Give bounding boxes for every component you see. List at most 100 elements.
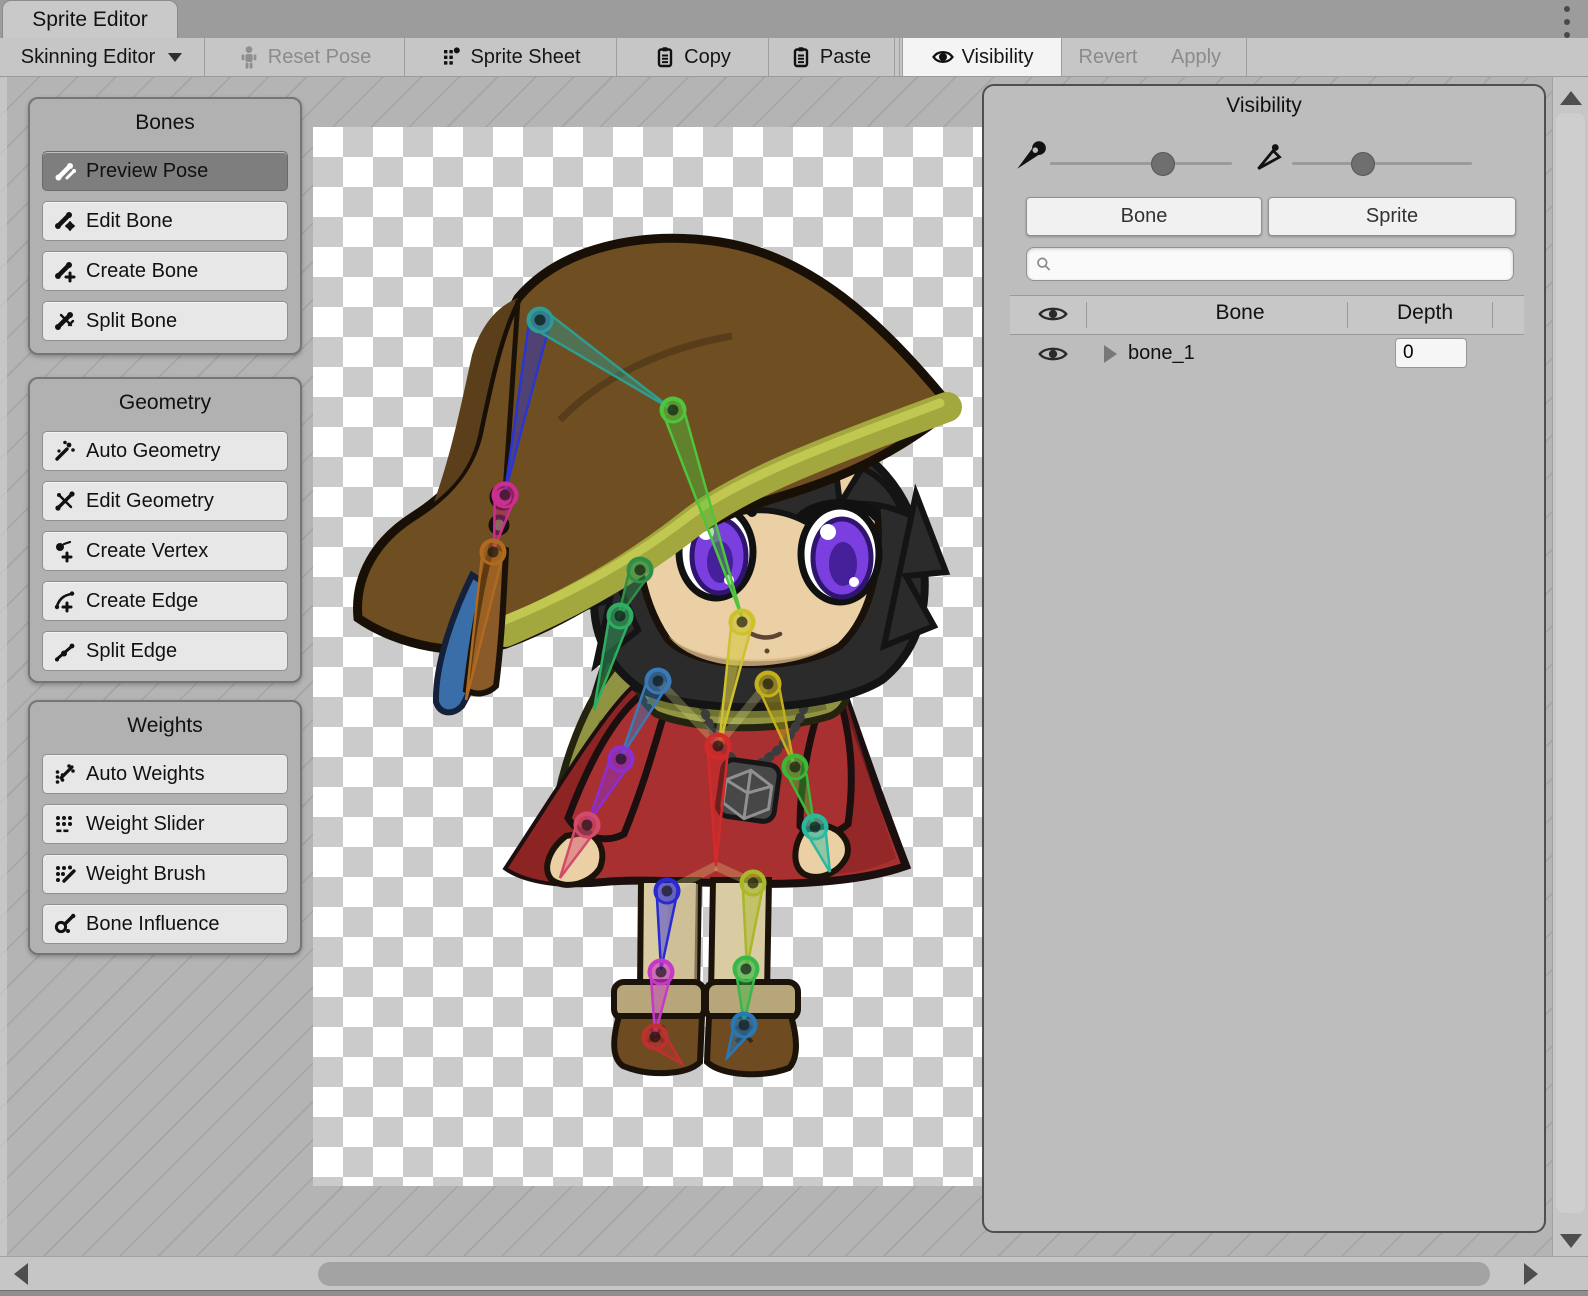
- expander-icon[interactable]: [1104, 345, 1117, 363]
- create-edge-icon: [53, 589, 77, 613]
- eye-icon: [931, 45, 955, 69]
- bone[interactable]: [549, 809, 603, 884]
- search-input[interactable]: [1052, 253, 1505, 276]
- edit-geometry-label: Edit Geometry: [86, 490, 214, 513]
- visibility-toggle-button[interactable]: Visibility: [902, 38, 1062, 76]
- bone[interactable]: [658, 395, 754, 622]
- visibility-column-eye-icon[interactable]: [1038, 304, 1068, 324]
- sprite-sheet-button[interactable]: Sprite Sheet: [405, 38, 615, 76]
- skinning-editor-dropdown[interactable]: Skinning Editor: [0, 38, 203, 76]
- bone[interactable]: [753, 669, 806, 769]
- create-vertex-button[interactable]: Create Vertex: [42, 531, 288, 571]
- bone-visibility-eye-icon[interactable]: [1038, 344, 1068, 364]
- create-edge-button[interactable]: Create Edge: [42, 581, 288, 621]
- paste-icon: [789, 45, 813, 69]
- tab-bone-label: Bone: [1121, 205, 1168, 228]
- auto-weights-icon: [53, 762, 77, 786]
- mannequin-icon: [237, 45, 261, 69]
- tab-sprite-editor[interactable]: Sprite Editor: [2, 0, 178, 39]
- scroll-down-arrow[interactable]: [1560, 1234, 1582, 1248]
- mesh-opacity-slider-knob[interactable]: [1351, 152, 1375, 176]
- weight-slider-button[interactable]: Weight Slider: [42, 804, 288, 844]
- bone-row[interactable]: bone_1: [1010, 333, 1524, 375]
- copy-button[interactable]: Copy: [617, 38, 767, 76]
- paste-button[interactable]: Paste: [769, 38, 891, 76]
- create-vertex-label: Create Vertex: [86, 540, 208, 563]
- window-bottom-edge: [0, 1290, 1588, 1296]
- bone[interactable]: [704, 734, 730, 866]
- bones-panel-title: Bones: [42, 111, 288, 135]
- edit-bone-icon: [53, 209, 77, 233]
- mesh-opacity-slider-track[interactable]: [1292, 162, 1472, 165]
- weights-panel: Weights Auto Weights Weight Slider: [28, 700, 302, 955]
- create-bone-button[interactable]: Create Bone: [42, 251, 288, 291]
- sprite-sheet-icon: [439, 45, 463, 69]
- bone[interactable]: [649, 878, 680, 971]
- bone-opacity-slider-knob[interactable]: [1151, 152, 1175, 176]
- weight-brush-button[interactable]: Weight Brush: [42, 854, 288, 894]
- depth-input[interactable]: [1395, 338, 1467, 368]
- reset-pose-label: Reset Pose: [268, 46, 371, 69]
- bone[interactable]: [716, 1009, 760, 1064]
- bone-table-header: Bone Depth: [1010, 295, 1524, 335]
- auto-geometry-label: Auto Geometry: [86, 440, 221, 463]
- bone[interactable]: [523, 303, 679, 420]
- preview-pose-label: Preview Pose: [86, 160, 208, 183]
- auto-weights-button[interactable]: Auto Weights: [42, 754, 288, 794]
- bone[interactable]: [800, 812, 842, 876]
- split-edge-button[interactable]: Split Edge: [42, 631, 288, 671]
- edit-bone-button[interactable]: Edit Bone: [42, 201, 288, 241]
- revert-button[interactable]: Revert: [1062, 38, 1154, 76]
- apply-label: Apply: [1171, 46, 1221, 69]
- kebab-menu-icon[interactable]: [1558, 4, 1576, 40]
- bone-opacity-slider-track[interactable]: [1050, 162, 1232, 165]
- bone[interactable]: [735, 870, 766, 968]
- split-bone-button[interactable]: Split Bone: [42, 301, 288, 341]
- reset-pose-button[interactable]: Reset Pose: [205, 38, 403, 76]
- scroll-right-arrow[interactable]: [1524, 1263, 1538, 1285]
- vertical-scroll-thumb[interactable]: [1556, 113, 1585, 1213]
- weight-slider-label: Weight Slider: [86, 813, 205, 836]
- bone-opacity-icon: [1012, 138, 1048, 174]
- weight-brush-label: Weight Brush: [86, 863, 206, 886]
- column-bone[interactable]: Bone: [1140, 301, 1340, 325]
- window-tab-bar: Sprite Editor: [0, 0, 1588, 39]
- scroll-up-arrow[interactable]: [1560, 91, 1582, 105]
- tab-sprite-label: Sprite: [1366, 205, 1418, 228]
- search-icon: [1035, 255, 1052, 273]
- create-bone-label: Create Bone: [86, 260, 198, 283]
- auto-geometry-button[interactable]: Auto Geometry: [42, 431, 288, 471]
- visibility-panel-title: Visibility: [984, 94, 1544, 118]
- preview-pose-button[interactable]: Preview Pose: [42, 151, 288, 191]
- scroll-left-arrow[interactable]: [14, 1263, 28, 1285]
- split-edge-label: Split Edge: [86, 640, 177, 663]
- edit-geometry-button[interactable]: Edit Geometry: [42, 481, 288, 521]
- horizontal-scroll-thumb[interactable]: [318, 1262, 1490, 1286]
- geometry-panel-title: Geometry: [42, 391, 288, 415]
- tab-title: Sprite Editor: [32, 8, 148, 32]
- sprite-sheet-label: Sprite Sheet: [470, 46, 580, 69]
- revert-label: Revert: [1079, 46, 1138, 69]
- create-bone-icon: [53, 259, 77, 283]
- auto-weights-label: Auto Weights: [86, 763, 205, 786]
- horizontal-scrollbar[interactable]: [0, 1256, 1588, 1291]
- chevron-down-icon: [168, 53, 182, 62]
- bone-search-field[interactable]: [1026, 247, 1514, 281]
- bone[interactable]: [582, 601, 634, 713]
- split-bone-icon: [53, 309, 77, 333]
- toolbar: Skinning Editor Reset Pose Spri: [0, 38, 1588, 77]
- weight-brush-icon: [53, 862, 77, 886]
- apply-button[interactable]: Apply: [1156, 38, 1236, 76]
- copy-label: Copy: [684, 46, 731, 69]
- vertical-scrollbar[interactable]: [1552, 77, 1588, 1256]
- tab-bone[interactable]: Bone: [1026, 197, 1262, 236]
- bone[interactable]: [638, 1020, 690, 1072]
- column-depth[interactable]: Depth: [1365, 301, 1485, 325]
- edit-geometry-icon: [53, 489, 77, 513]
- bone-influence-icon: [53, 912, 77, 936]
- bone-name[interactable]: bone_1: [1128, 342, 1195, 365]
- bone-influence-button[interactable]: Bone Influence: [42, 904, 288, 944]
- bone[interactable]: [454, 538, 507, 702]
- visibility-label: Visibility: [962, 46, 1034, 69]
- tab-sprite[interactable]: Sprite: [1268, 197, 1516, 236]
